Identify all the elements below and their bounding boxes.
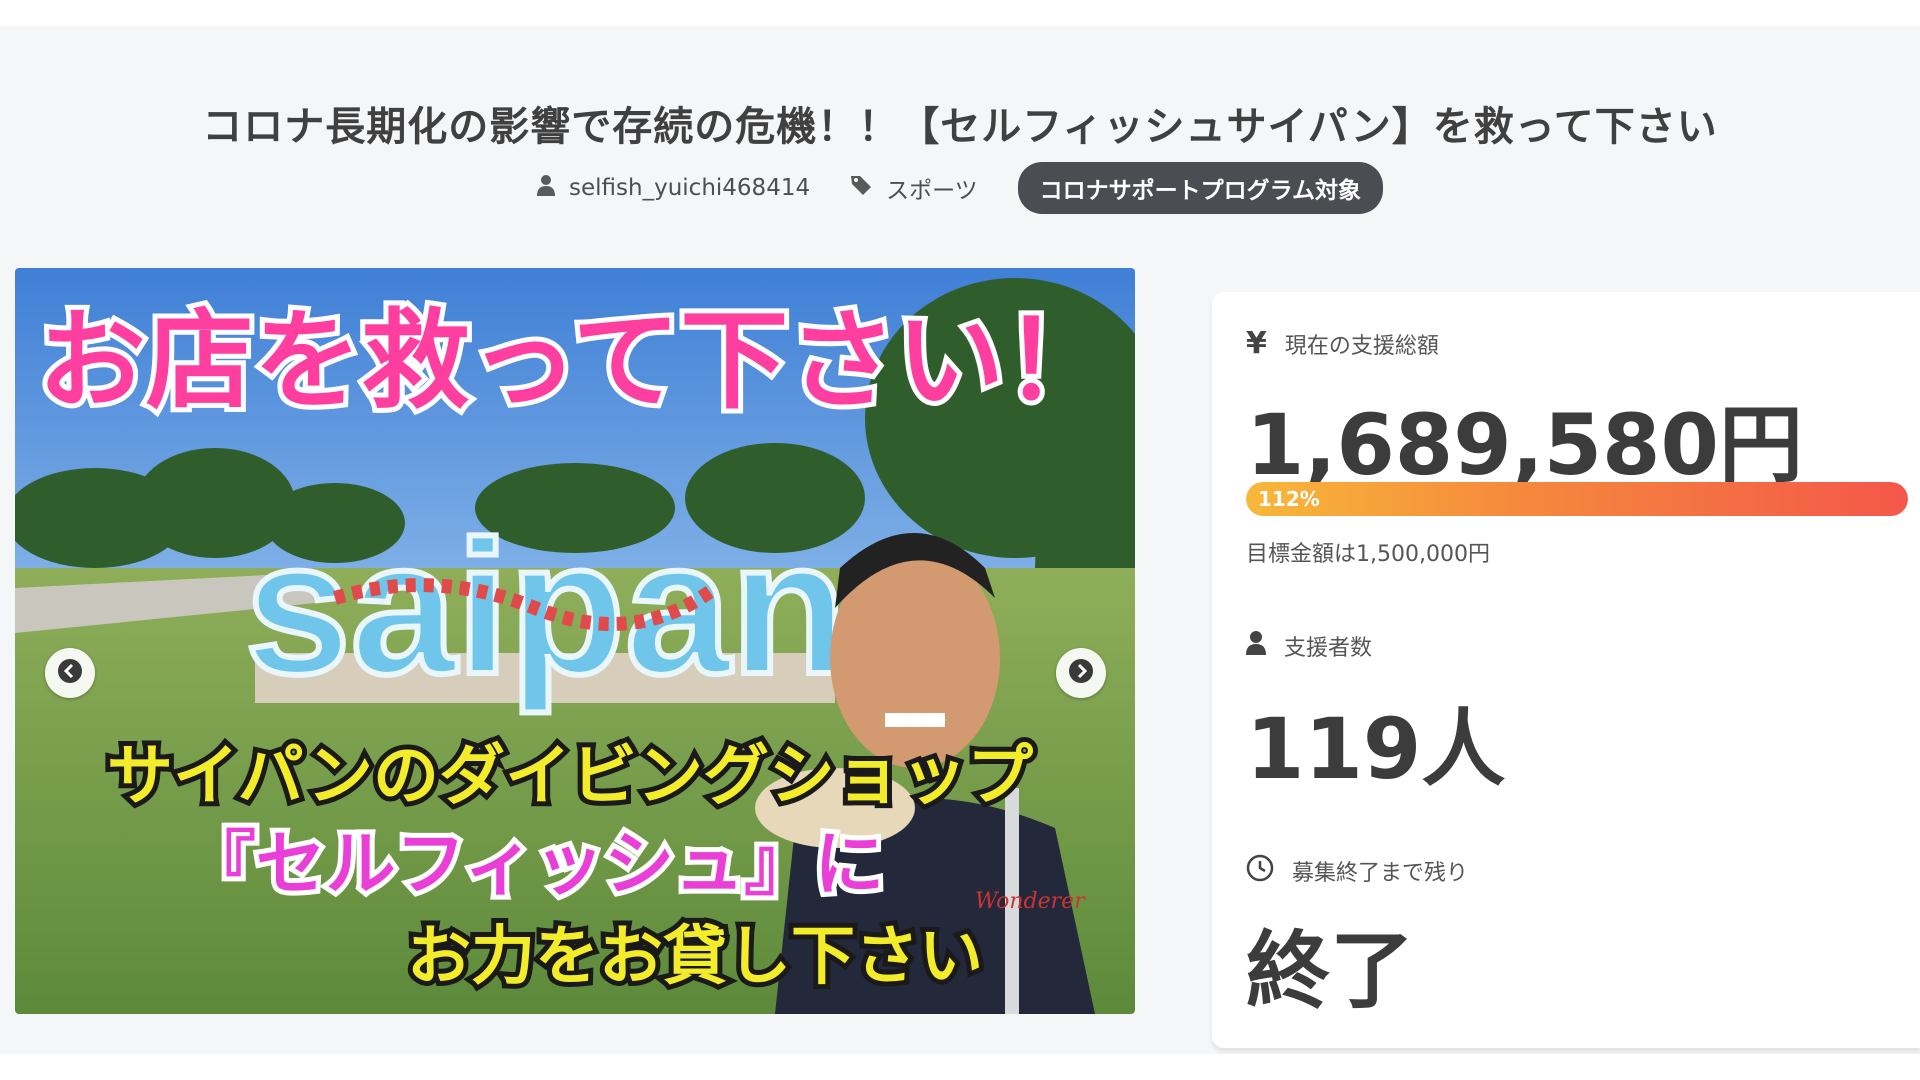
image-headline: お店を救って下さい！ — [38, 299, 1113, 424]
chevron-right-icon — [1068, 658, 1094, 688]
progress-percent: 112% — [1258, 487, 1320, 511]
project-title: コロナ長期化の影響で存続の危機！！【セルフィッシュサイパン】を救って下さい — [202, 104, 1718, 150]
project-image-carousel[interactable]: saipan Wonderer お店を救って下さい！ サイパンのダイビングショッ… — [15, 268, 1135, 1014]
clock-icon — [1246, 854, 1274, 888]
funding-stats-panel: ¥ 現在の支援総額 1,689,580円 112% 目標金額は1,500,000… — [1212, 292, 1920, 1048]
funding-progress-bar: 112% — [1246, 482, 1908, 516]
image-caption-1: サイパンのダイビングショップ — [107, 737, 1033, 814]
program-badge[interactable]: コロナサポートプログラム対象 — [1017, 162, 1383, 214]
goal-amount: 目標金額は1,500,000円 — [1246, 542, 1490, 567]
user-icon — [1246, 631, 1266, 661]
remaining-value: 終了 — [1246, 922, 1415, 1020]
category-name: スポーツ — [886, 178, 978, 204]
yen-icon: ¥ — [1246, 326, 1267, 361]
supporters-label: 支援者数 — [1284, 636, 1373, 661]
user-icon — [537, 174, 556, 202]
progress-fill — [1246, 482, 1908, 516]
amount-value: 1,689,580円 — [1246, 396, 1803, 494]
owner-name: selfish_yuichi468414 — [569, 175, 811, 201]
carousel-prev-button[interactable] — [45, 648, 95, 698]
supporters-label-row: 支援者数 — [1246, 630, 1372, 662]
category-link[interactable]: スポーツ — [850, 171, 978, 205]
chevron-left-icon — [57, 658, 83, 688]
carousel-next-button[interactable] — [1056, 648, 1106, 698]
remaining-label: 募集終了まで残り — [1292, 861, 1469, 886]
amount-label-row: ¥ 現在の支援総額 — [1246, 326, 1439, 361]
supporters-value: 119人 — [1246, 700, 1506, 798]
image-caption-2: 『セルフィッシュ』に — [186, 823, 885, 905]
owner-link[interactable]: selfish_yuichi468414 — [537, 174, 810, 202]
remaining-label-row: 募集終了まで残り — [1246, 854, 1468, 888]
project-hero-image: saipan Wonderer お店を救って下さい！ サイパンのダイビングショッ… — [15, 268, 1135, 1014]
image-caption-3: お力をお貸し下さい — [407, 920, 983, 994]
amount-label: 現在の支援総額 — [1284, 333, 1439, 359]
shirt-logo: Wonderer — [975, 889, 1086, 914]
tag-icon — [850, 174, 872, 202]
project-meta: selfish_yuichi468414 スポーツ コロナサポートプログラム対象 — [0, 162, 1920, 214]
saipan-sign: saipan — [245, 502, 847, 714]
